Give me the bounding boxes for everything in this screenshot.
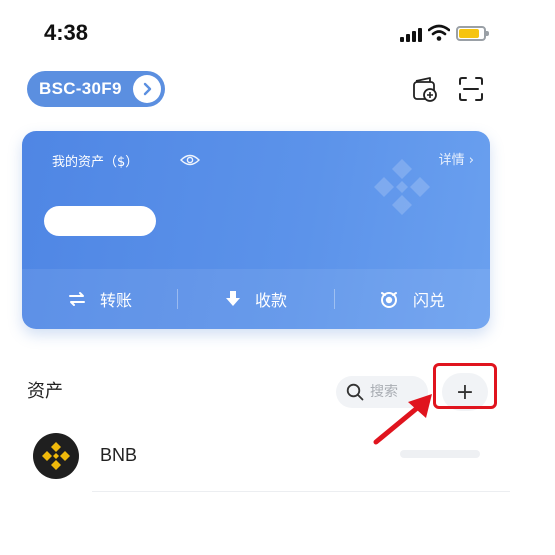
status-bar: 4:38 <box>0 0 555 62</box>
asset-card: 我的资产（$） 详情 › 转账 收款 闪兑 <box>22 131 490 329</box>
token-name: BNB <box>100 445 138 465</box>
transfer-icon <box>68 292 85 306</box>
receive-icon <box>225 291 240 306</box>
wallet-add-icon[interactable] <box>410 74 440 104</box>
binance-logo-watermark-icon <box>374 159 430 215</box>
swap-button[interactable]: 闪兑 <box>334 269 490 329</box>
asset-card-title: 我的资产（$） <box>52 155 139 170</box>
search-icon <box>346 383 364 401</box>
wallet-name: BSC-30F9 <box>39 79 122 98</box>
chevron-right-icon <box>133 75 161 103</box>
token-row-bnb[interactable]: BNB <box>30 430 510 490</box>
swap-icon <box>380 292 397 308</box>
battery-icon <box>456 26 489 41</box>
receive-label: 收款 <box>254 291 287 310</box>
card-actions: 转账 收款 闪兑 <box>22 269 490 329</box>
cellular-signal-icon <box>400 28 424 42</box>
assets-section-title: 资产 <box>27 381 63 402</box>
transfer-label: 转账 <box>99 291 132 310</box>
receive-button[interactable]: 收款 <box>178 269 334 329</box>
swap-label: 闪兑 <box>412 291 445 310</box>
status-time: 4:38 <box>44 20 89 45</box>
action-divider <box>334 289 335 309</box>
wifi-icon <box>428 24 450 41</box>
token-amount-hidden <box>400 450 480 458</box>
transfer-button[interactable]: 转账 <box>22 269 178 329</box>
wallet-selector[interactable]: BSC-30F9 <box>27 71 165 107</box>
list-divider <box>92 491 510 492</box>
scan-icon[interactable] <box>456 74 486 104</box>
bnb-icon <box>33 433 79 479</box>
details-link[interactable]: 详情 › <box>439 149 474 168</box>
balance-hidden <box>44 206 156 236</box>
eye-icon[interactable] <box>180 153 200 167</box>
action-divider <box>177 289 178 309</box>
